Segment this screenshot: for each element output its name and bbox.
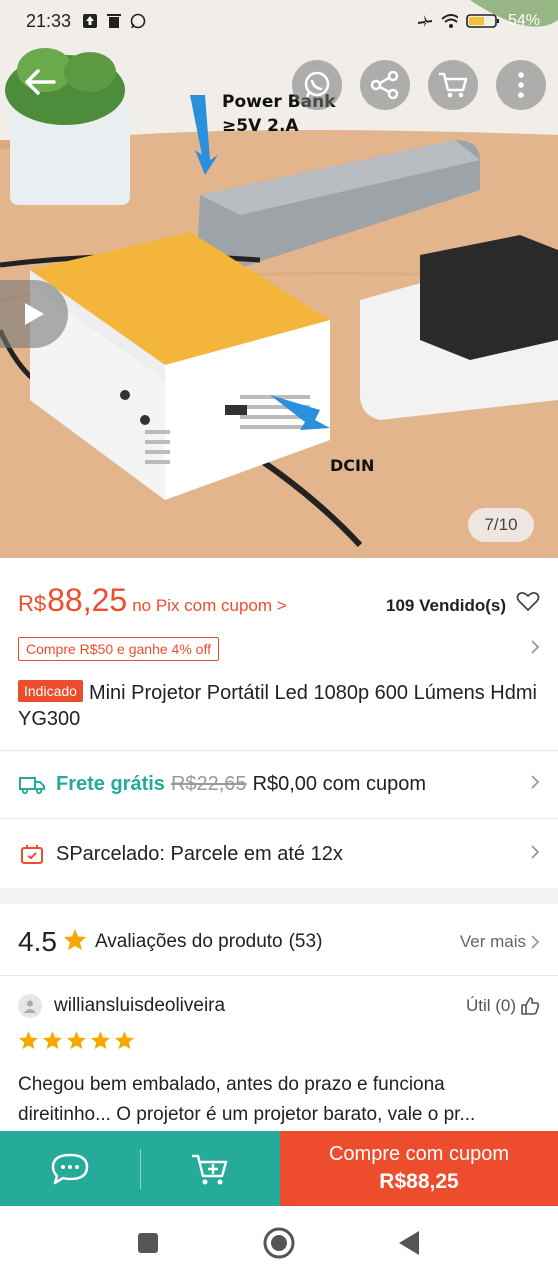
bottom-action-bar: Compre com cupom R$88,25 — [0, 1131, 558, 1206]
sold-count: 109 Vendido(s) — [386, 596, 506, 615]
image-label-power-spec: ≥5V 2.A — [222, 116, 299, 136]
divider — [0, 750, 558, 751]
star-icon — [43, 1031, 62, 1049]
back-triangle-icon — [399, 1231, 419, 1255]
home-square-icon — [138, 1233, 158, 1253]
share-button[interactable] — [360, 60, 410, 110]
rating-score: 4.5 — [18, 926, 57, 957]
back-arrow-icon — [25, 69, 56, 95]
star-icon — [67, 1031, 86, 1049]
star-icon — [91, 1031, 110, 1049]
review-header: williansluisdeoliveira Útil (0) — [18, 990, 540, 1022]
review-stars — [18, 1030, 135, 1050]
divider — [0, 975, 558, 976]
review-text: Chegou bem embalado, antes do prazo e fu… — [18, 1074, 476, 1125]
home-button[interactable] — [261, 1225, 297, 1261]
price-row: R$ 88,25 no Pix com cupom > 109 Vendido(… — [18, 582, 540, 622]
home-circle-icon — [263, 1227, 295, 1259]
shipping-row[interactable]: Frete grátis R$22,65 R$0,00 com cupom — [18, 764, 540, 804]
play-icon — [25, 303, 44, 325]
image-label-dcin: DCIN — [330, 456, 375, 475]
ratings-header: 4.5 Avaliações do produto (53) Ver mais — [18, 922, 540, 962]
user-icon — [24, 1000, 36, 1013]
chat-button[interactable] — [0, 1131, 140, 1206]
add-to-cart-button[interactable] — [141, 1131, 281, 1206]
bottom-left-actions — [0, 1131, 280, 1206]
wifi-icon — [441, 13, 458, 30]
cart-button[interactable] — [428, 60, 478, 110]
chevron-right-icon — [530, 638, 540, 661]
buy-button-label: Compre com cupom — [328, 1143, 510, 1165]
installments-label: SParcelado: Parcele em até 12x — [56, 842, 343, 865]
heart-icon — [516, 591, 540, 611]
product-title: Indicado Mini Projetor Portátil Led 1080p… — [18, 680, 540, 732]
upload-notification-icon — [81, 13, 98, 30]
helpful-label: Útil (0) — [465, 996, 516, 1015]
share-icon — [370, 70, 399, 100]
status-time: 21:33 — [26, 10, 72, 31]
product-image-gallery[interactable]: Power Bank ≥5V 2.A DCIN 21:33 54% 7/10 — [0, 0, 558, 558]
status-bar: 21:33 54% — [0, 0, 558, 42]
add-to-cart-icon — [192, 1154, 228, 1184]
promo-tag: Compre R$50 e ganhe 4% off — [18, 637, 219, 661]
truck-icon — [18, 770, 46, 798]
avatar — [18, 994, 42, 1018]
whatsapp-notification-icon — [129, 13, 146, 30]
whatsapp-share-button[interactable] — [292, 60, 342, 110]
helpful-button[interactable]: Útil (0) — [466, 996, 540, 1016]
free-shipping-label: Frete grátis — [56, 772, 165, 795]
star-icon — [19, 1031, 38, 1049]
recent-apps-button[interactable] — [130, 1225, 166, 1261]
divider — [0, 818, 558, 819]
price-currency: R$ — [18, 591, 47, 616]
favorite-button[interactable] — [516, 590, 540, 614]
thumbs-up-icon — [521, 997, 540, 1015]
back-button[interactable] — [18, 60, 62, 104]
system-navigation-bar — [0, 1206, 558, 1280]
section-separator — [0, 888, 558, 904]
see-more-label: Ver mais — [459, 932, 526, 951]
shipping-old-price: R$22,65 — [170, 772, 247, 795]
product-title-text: Mini Projetor Portátil Led 1080p 600 Lúm… — [18, 682, 537, 730]
chat-icon — [51, 1153, 88, 1184]
buy-with-coupon-button[interactable]: Compre com cupom R$88,25 — [280, 1131, 558, 1206]
chevron-right-icon — [530, 843, 540, 866]
pix-coupon-link[interactable]: no Pix com cupom > — [132, 596, 287, 616]
ratings-count: (53) — [288, 931, 323, 952]
price-value: 88,25 — [47, 582, 128, 618]
airplane-mode-icon — [416, 13, 433, 30]
system-back-button[interactable] — [392, 1225, 428, 1261]
cart-icon — [439, 72, 468, 98]
battery-level: 54% — [507, 12, 540, 29]
indicated-badge: Indicado — [18, 680, 83, 702]
buy-button-price: R$88,25 — [379, 1170, 459, 1193]
shipping-new-price: R$0,00 com cupom — [252, 772, 426, 795]
installments-row[interactable]: SParcelado: Parcele em até 12x — [18, 834, 540, 874]
ratings-label: Avaliações do produto — [94, 931, 283, 952]
trash-notification-icon — [105, 13, 122, 30]
image-page-indicator: 7/10 — [468, 508, 534, 542]
installment-icon — [18, 840, 46, 868]
reviewer-name: williansluisdeoliveira — [54, 995, 226, 1016]
play-video-button[interactable] — [0, 280, 68, 348]
more-icon — [518, 72, 524, 98]
see-more-reviews-link[interactable]: Ver mais — [460, 932, 540, 952]
chevron-right-icon — [531, 935, 540, 949]
star-icon — [115, 1031, 134, 1049]
more-options-button[interactable] — [496, 60, 546, 110]
battery-icon — [466, 13, 500, 30]
star-icon — [63, 928, 87, 956]
promo-row[interactable]: Compre R$50 e ganhe 4% off — [18, 636, 540, 662]
whatsapp-icon — [304, 71, 330, 98]
chevron-right-icon — [530, 773, 540, 796]
